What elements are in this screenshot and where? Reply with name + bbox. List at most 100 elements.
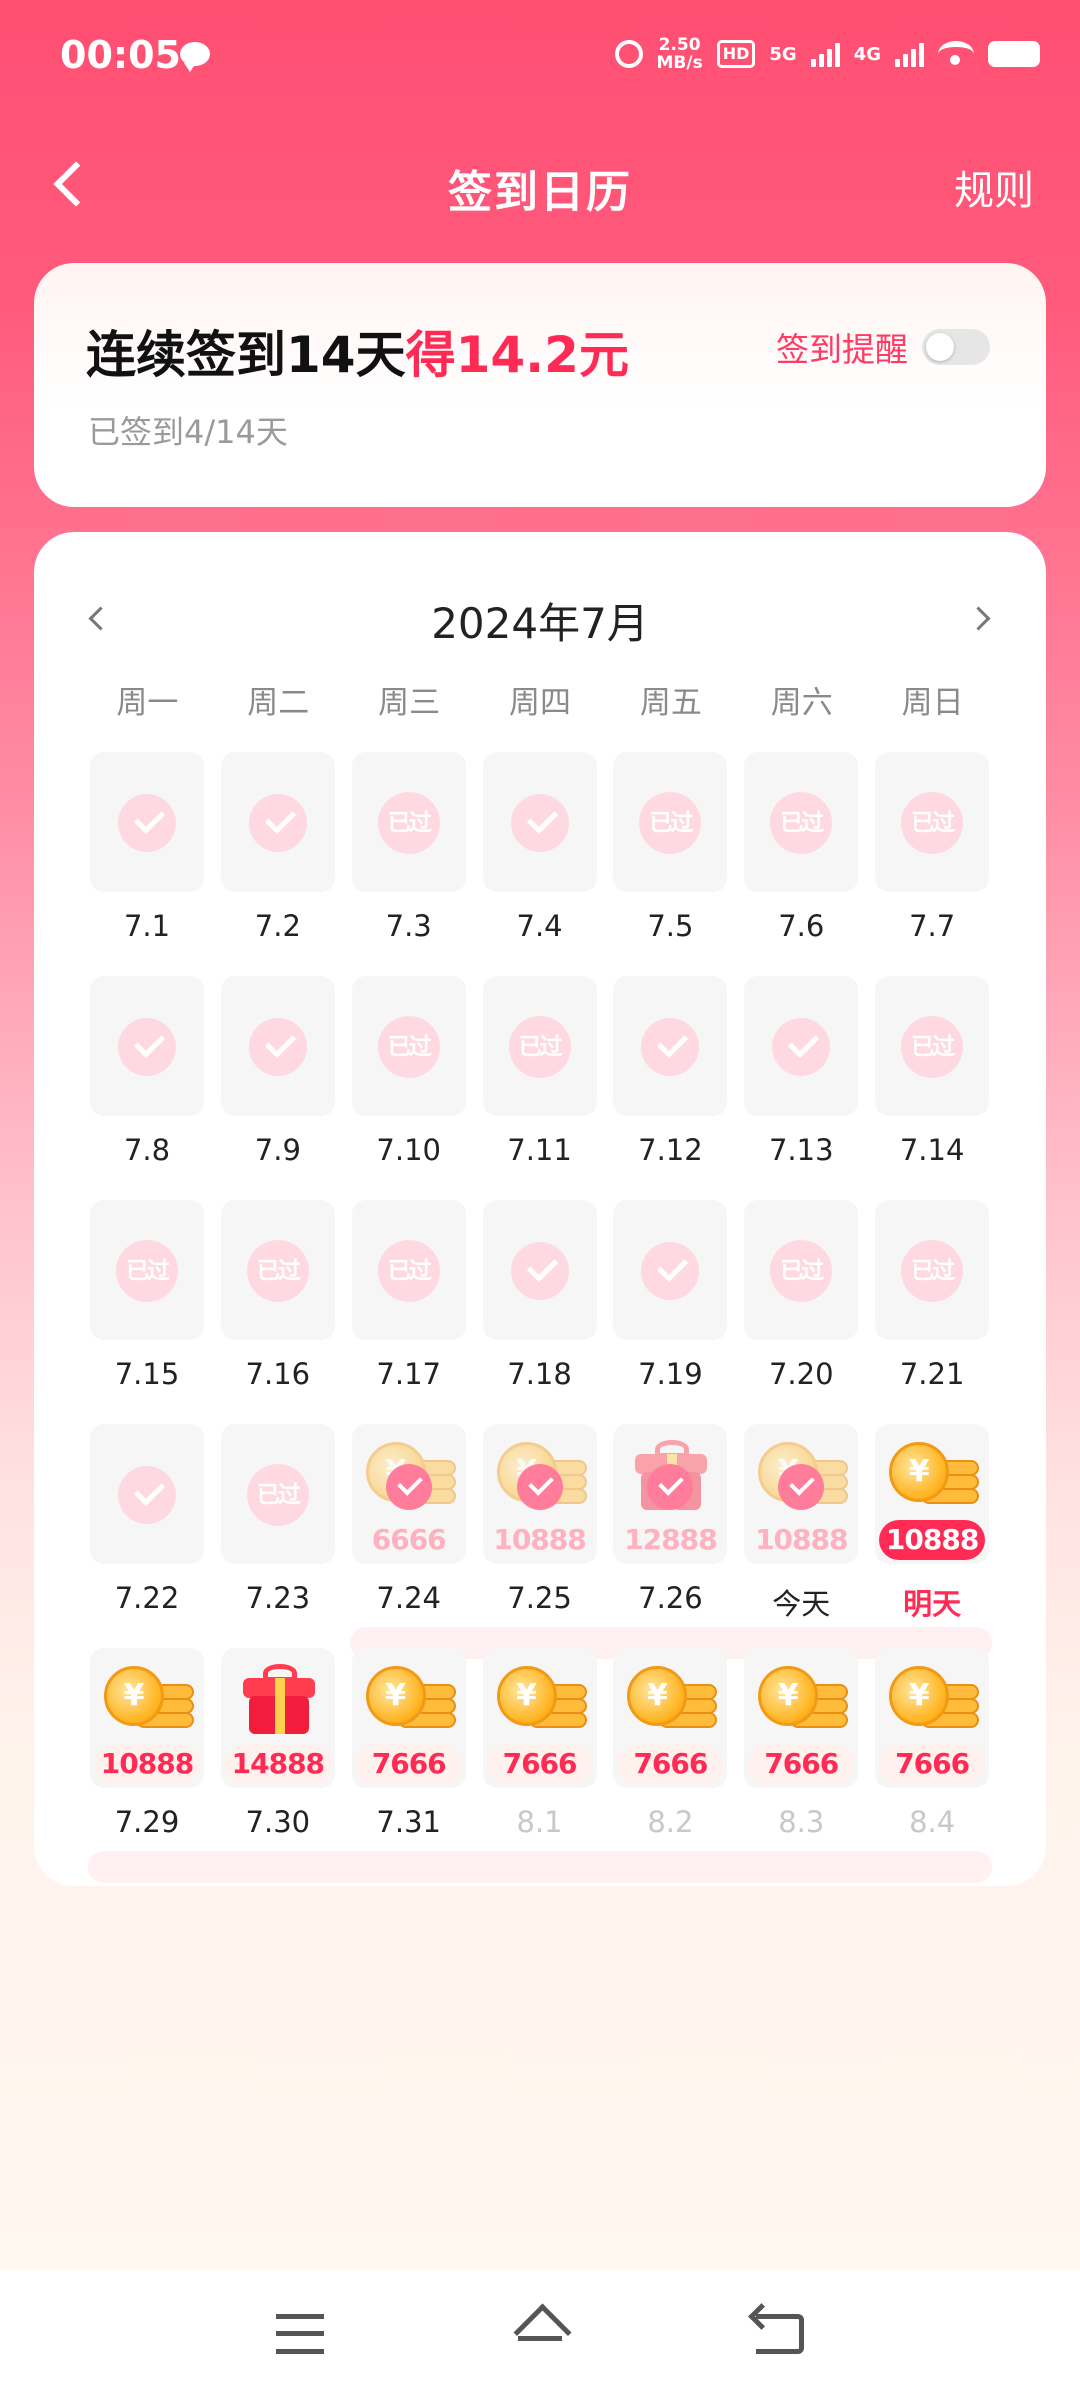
day-date: 7.14 <box>899 1133 965 1167</box>
calendar-day[interactable]: 已过 7.6 <box>736 752 870 952</box>
reward-amount: 7666 <box>748 1744 855 1784</box>
day-date: 7.31 <box>376 1805 441 1839</box>
day-date: 明天 <box>903 1587 962 1621</box>
checkmark-icon <box>516 1464 563 1510</box>
weekday-wed: 周三 <box>378 685 441 721</box>
calendar-day[interactable]: 已过 7.21 <box>867 1200 1001 1400</box>
checkmark-icon <box>118 794 176 852</box>
day-date: 8.4 <box>909 1805 956 1839</box>
calendar-day[interactable]: ¥7666 8.2 <box>605 1648 739 1848</box>
day-date: 8.2 <box>647 1805 694 1839</box>
day-box: ¥7666 <box>482 1648 597 1788</box>
calendar-day[interactable]: 已过 7.10 <box>344 976 478 1176</box>
reward-amount: 10888 <box>755 1523 848 1556</box>
day-box: ¥7666 <box>744 1648 859 1788</box>
day-box: 已过 <box>613 752 728 892</box>
calendar-day[interactable]: 已过 7.23 <box>213 1424 347 1624</box>
checkmark-icon <box>772 1018 831 1076</box>
calendar-day[interactable]: 已过 7.17 <box>344 1200 478 1400</box>
weekday-fri: 周五 <box>639 685 702 721</box>
day-date: 7.23 <box>245 1581 311 1615</box>
summary-title-reward: 得14.2元 <box>405 326 629 384</box>
calendar-day[interactable]: 已过 7.3 <box>344 752 478 952</box>
day-box: ¥7666 <box>613 1648 728 1788</box>
calendar-day[interactable]: 7.9 <box>213 976 347 1176</box>
calendar-day[interactable]: ¥10888 今天 <box>736 1424 870 1624</box>
calendar-day[interactable]: ¥10888 7.25 <box>475 1424 609 1624</box>
calendar-day[interactable]: ¥10888 7.29 <box>82 1648 216 1848</box>
day-box <box>220 976 335 1116</box>
next-month-button[interactable] <box>966 602 996 632</box>
calendar-day[interactable]: 7.19 <box>605 1200 739 1400</box>
calendar-day[interactable]: 已过 7.15 <box>82 1200 216 1400</box>
past-badge: 已过 <box>901 1240 964 1302</box>
day-date: 7.15 <box>114 1357 180 1391</box>
calendar-week: ¥10888 7.29 14888 7.30 ¥7666 7.31 ¥7666 8.1 ¥766… <box>82 1648 1001 1883</box>
day-box: 12888 <box>613 1424 728 1564</box>
rules-link[interactable]: 规则 <box>954 158 1034 216</box>
checkmark-icon <box>510 1242 569 1300</box>
day-date: 7.11 <box>507 1133 572 1167</box>
coin-stack-icon: ¥ <box>889 1442 980 1514</box>
reward-amount: 10888 <box>493 1523 586 1556</box>
calendar-day[interactable]: ¥6666 7.24 <box>344 1424 478 1624</box>
day-date: 7.21 <box>899 1357 965 1391</box>
calendar-day[interactable]: 已过 7.16 <box>213 1200 347 1400</box>
weekday-sat: 周六 <box>770 685 833 721</box>
calendar-day[interactable]: 已过 7.5 <box>605 752 739 952</box>
calendar-day[interactable]: 14888 7.30 <box>213 1648 347 1848</box>
coin-stack-icon: ¥ <box>365 1666 456 1738</box>
day-box: 已过 <box>351 1200 466 1340</box>
day-box: 已过 <box>875 752 990 892</box>
menu-icon[interactable] <box>276 2314 324 2354</box>
calendar-day[interactable]: ¥7666 8.1 <box>475 1648 609 1848</box>
past-badge: 已过 <box>901 792 964 854</box>
day-date: 7.24 <box>376 1581 441 1615</box>
back-icon[interactable] <box>756 2314 804 2354</box>
reminder-toggle[interactable] <box>922 329 990 365</box>
day-date: 7.19 <box>638 1357 703 1391</box>
coin-stack-icon: ¥ <box>889 1666 980 1738</box>
day-date: 7.10 <box>376 1133 441 1167</box>
speed-value: 2.50 <box>658 35 701 55</box>
calendar-day[interactable]: 7.18 <box>475 1200 609 1400</box>
calendar-day[interactable]: 7.4 <box>475 752 609 952</box>
calendar-day[interactable]: 7.22 <box>82 1424 216 1624</box>
day-box <box>482 752 597 892</box>
calendar-day[interactable]: ¥7666 7.31 <box>344 1648 478 1848</box>
calendar-day[interactable]: ¥7666 8.4 <box>867 1648 1001 1848</box>
day-date: 7.18 <box>507 1357 572 1391</box>
network-4g-label: 4G <box>853 43 881 65</box>
calendar-day[interactable]: 12888 7.26 <box>605 1424 739 1624</box>
calendar-day[interactable]: 已过 7.14 <box>867 976 1001 1176</box>
calendar-day[interactable]: ¥7666 8.3 <box>736 1648 870 1848</box>
calendar-day[interactable]: 已过 7.20 <box>736 1200 870 1400</box>
calendar-day[interactable]: 7.8 <box>82 976 216 1176</box>
calendar-day[interactable]: ¥10888 明天 <box>867 1424 1001 1624</box>
signal-icon-2 <box>895 41 924 67</box>
checkin-summary-card: 连续签到14天得14.2元 已签到4/14天 签到提醒 <box>34 263 1046 507</box>
checkmark-icon <box>641 1018 700 1076</box>
calendar-week: 7.8 7.9 已过 7.10 已过 7.11 7.12 7.13 已过 7.14 <box>82 976 998 1200</box>
calendar-day[interactable]: 已过 7.11 <box>475 976 609 1176</box>
calendar-day[interactable]: 已过 7.7 <box>867 752 1001 952</box>
day-date: 8.1 <box>516 1805 563 1839</box>
day-date: 7.22 <box>114 1581 180 1615</box>
calendar-day[interactable]: 7.13 <box>736 976 870 1176</box>
page-header: 签到日历 规则 <box>0 140 1080 230</box>
calendar-day[interactable]: 7.2 <box>213 752 347 952</box>
day-date: 7.20 <box>768 1357 834 1391</box>
day-box <box>744 976 859 1116</box>
weekday-tue: 周二 <box>247 685 310 721</box>
day-date: 7.8 <box>123 1133 171 1167</box>
calendar-card: 2024年7月 周一 周二 周三 周四 周五 周六 周日 7.1 7.2 已过 7.3… <box>34 532 1046 1886</box>
day-box <box>220 752 335 892</box>
coin-stack-icon: ¥ <box>496 1666 587 1738</box>
day-box: 已过 <box>482 976 597 1116</box>
weekday-header: 周一 周二 周三 周四 周五 周六 周日 <box>82 677 998 722</box>
calendar-day[interactable]: 7.12 <box>605 976 739 1176</box>
gift-icon <box>242 1664 315 1736</box>
calendar-day[interactable]: 7.1 <box>82 752 216 952</box>
home-icon[interactable] <box>512 2306 568 2358</box>
reward-amount: 7666 <box>879 1744 986 1784</box>
